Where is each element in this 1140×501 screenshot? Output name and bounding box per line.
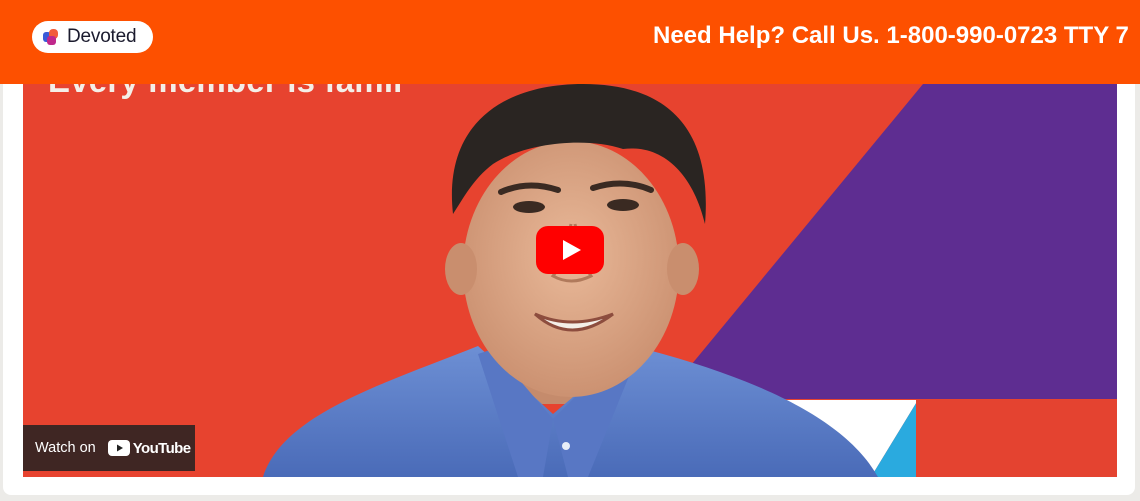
help-text: Need Help? Call Us. — [653, 22, 880, 49]
youtube-wordmark: YouTube — [132, 439, 191, 457]
help-contact: Need Help? Call Us. 1-800-990-0723 TTY 7 — [653, 22, 1129, 50]
watch-on-youtube-button[interactable]: Watch on YouTube — [23, 425, 195, 471]
devoted-heart-icon — [43, 29, 58, 45]
watch-on-label: Watch on — [35, 440, 96, 456]
video-title-overlay: Every member is famil — [48, 84, 403, 100]
brand-name: Devoted — [67, 26, 137, 47]
tty-number-fragment[interactable]: 7 — [1115, 22, 1128, 49]
tty-label: TTY — [1063, 22, 1109, 49]
video-embed[interactable]: Every member is famil Watch on YouTube — [23, 84, 1117, 477]
youtube-play-icon — [107, 440, 130, 456]
youtube-logo: YouTube — [107, 439, 191, 457]
play-button[interactable] — [536, 226, 604, 274]
devoted-logo[interactable]: Devoted — [32, 21, 153, 53]
video-thumbnail — [23, 84, 1117, 477]
phone-number-link[interactable]: 1-800-990-0723 — [886, 22, 1057, 49]
site-header: Devoted Need Help? Call Us. 1-800-990-07… — [0, 0, 1140, 84]
play-icon — [536, 226, 604, 274]
